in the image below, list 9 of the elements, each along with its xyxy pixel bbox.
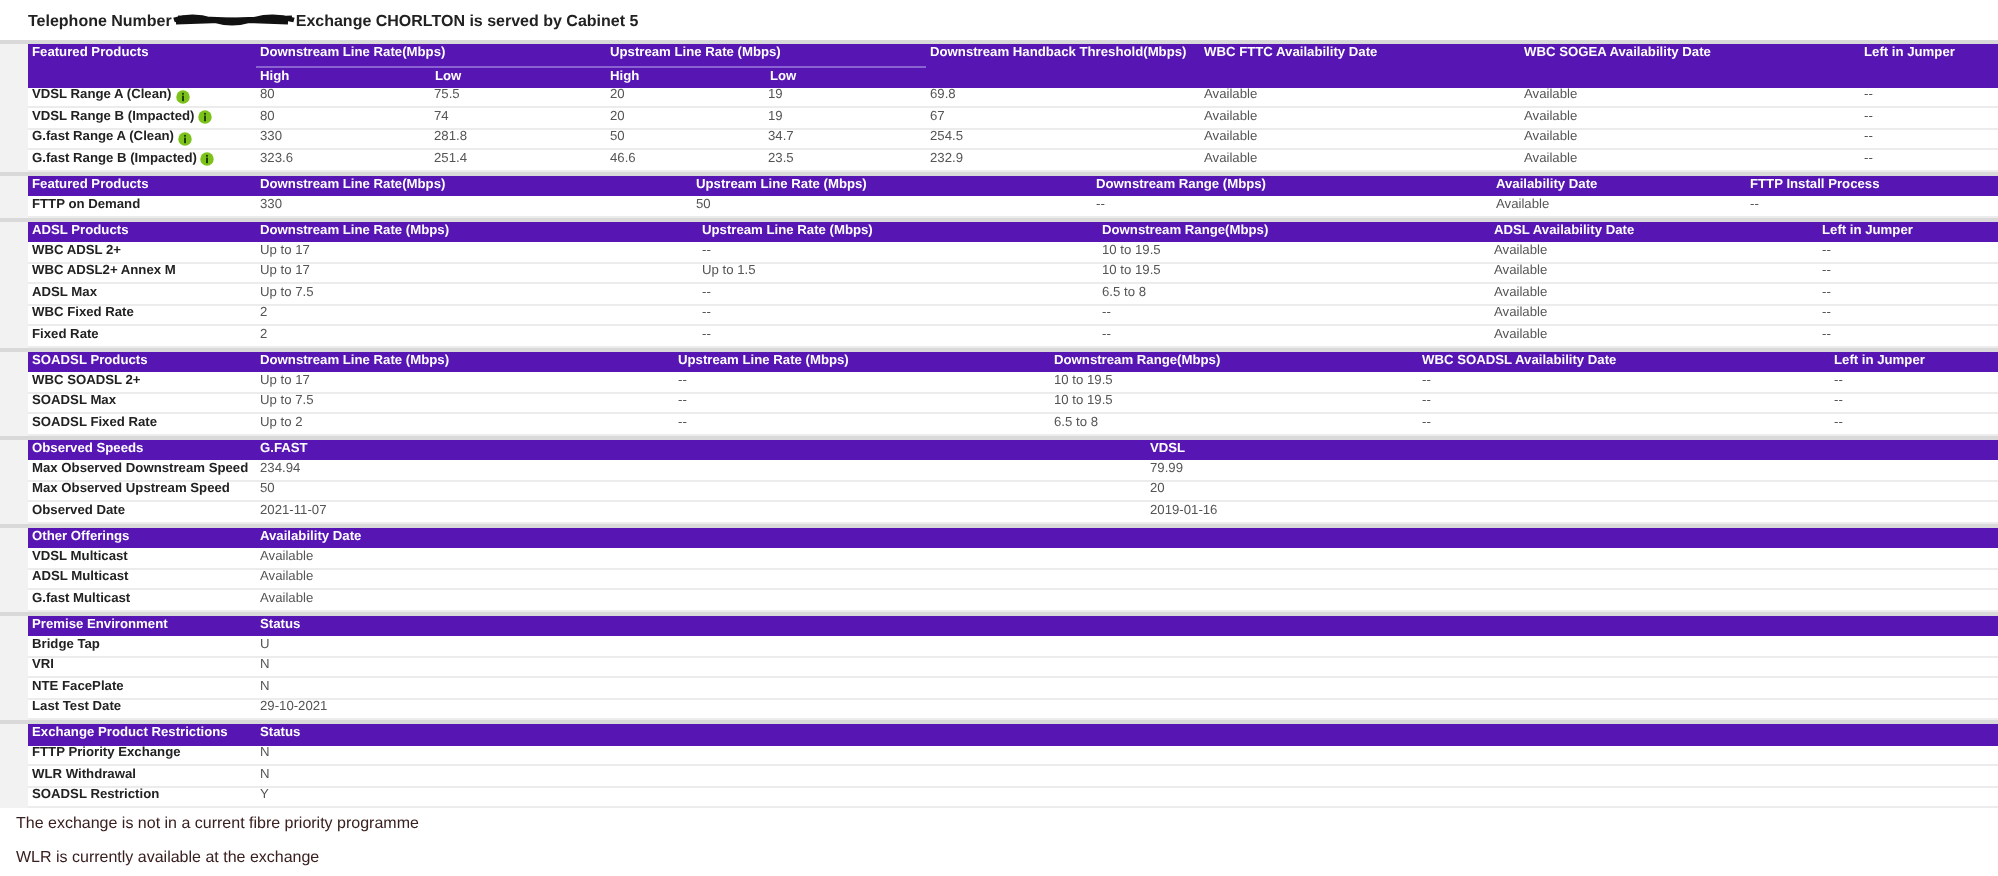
info-icon[interactable] (175, 89, 190, 104)
info-icon[interactable] (200, 152, 215, 167)
info-icon[interactable] (198, 110, 213, 125)
page-title: Exchange CHORLTON is served by Cabinet 5 (295, 11, 639, 29)
redaction-mark (171, 14, 296, 26)
info-note: WLR is currently available at the exchange (16, 846, 322, 868)
info-icon[interactable] (177, 131, 192, 146)
page-title-label: Telephone Number (28, 11, 172, 29)
info-note: The exchange is not in a current fibre priority programme (16, 812, 421, 834)
